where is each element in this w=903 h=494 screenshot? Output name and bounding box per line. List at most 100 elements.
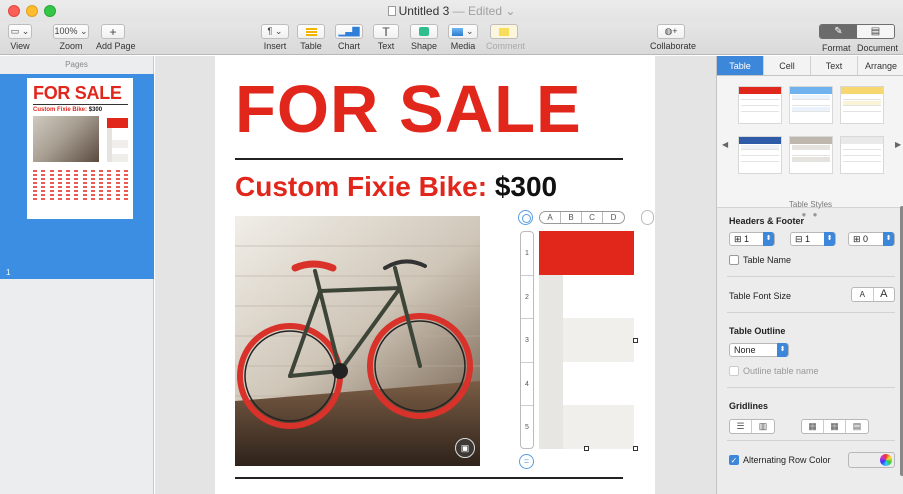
add-row-handle[interactable]: = — [519, 454, 534, 469]
decrease-font-size-button[interactable]: A — [852, 288, 874, 301]
insert-button[interactable]: ¶ ⌄ Insert — [260, 24, 290, 51]
title-bar: Untitled 3 — Edited ⌄ — [0, 0, 903, 22]
table-alternate-row[interactable] — [563, 405, 634, 449]
comment-label: Comment — [486, 41, 526, 51]
add-page-button[interactable]: + Add Page — [96, 24, 136, 51]
tab-cell[interactable]: Cell — [764, 56, 811, 75]
outline-table-name-checkbox[interactable] — [729, 366, 739, 376]
document-canvas[interactable]: FOR SALE Custom Fixie Bike: $300 ▣ A B C… — [155, 56, 716, 494]
page-thumbnail[interactable]: FOR SALE Custom Fixie Bike: $300 — [27, 78, 133, 219]
horizontal-gridlines-icon[interactable]: ☰ — [730, 420, 752, 433]
header-columns-stepper[interactable]: ⊟ 1 ⬍ — [790, 232, 836, 246]
page[interactable]: FOR SALE Custom Fixie Bike: $300 ▣ A B C… — [215, 56, 655, 494]
tab-table[interactable]: Table — [717, 56, 764, 75]
shape-button[interactable]: Shape — [410, 24, 438, 51]
media-button[interactable]: ⌄ Media — [448, 24, 478, 51]
table-styles-panel: ◀ ▶ Table Styles ● ● — [717, 76, 903, 219]
thumbnail-table-band — [112, 154, 128, 162]
bicycle-image — [235, 216, 480, 466]
footer-gridlines-icon[interactable]: ▤ — [846, 420, 868, 433]
headline[interactable]: FOR SALE — [235, 74, 582, 146]
column-header-d[interactable]: D — [603, 212, 624, 223]
table-select-handle[interactable] — [518, 210, 533, 225]
column-header-a[interactable]: A — [540, 212, 561, 223]
header-columns-value: 1 — [805, 234, 811, 244]
table-header-row[interactable] — [539, 231, 634, 275]
comment-button[interactable]: Comment — [486, 24, 526, 51]
table[interactable] — [539, 231, 634, 449]
bottom-divider-line[interactable] — [235, 477, 623, 479]
chart-button[interactable]: ▁▃▇ Chart — [335, 24, 363, 51]
inspector-tabs: Table Cell Text Arrange — [717, 56, 903, 76]
outline-table-name-label: Outline table name — [743, 366, 819, 376]
collaborate-icon: ◍+ — [657, 24, 685, 39]
table-style-navy[interactable] — [738, 136, 782, 174]
add-column-handle[interactable] — [641, 210, 654, 225]
table-style-yellow[interactable] — [840, 86, 884, 124]
resize-handle-corner[interactable] — [633, 446, 638, 451]
table-style-taupe[interactable] — [789, 136, 833, 174]
outline-style-select[interactable]: None ⬍ — [729, 343, 789, 357]
comment-icon — [490, 24, 518, 39]
column-header-b[interactable]: B — [561, 212, 582, 223]
table-alternate-row[interactable] — [563, 318, 634, 362]
alternating-row-color-well[interactable] — [848, 452, 895, 468]
table-style-blue[interactable] — [789, 86, 833, 124]
text-button[interactable]: T Text — [373, 24, 399, 51]
thumbnail-title: FOR SALE — [33, 83, 122, 103]
inspector-toggle: ✎ ▤ — [819, 24, 895, 39]
header-column-gridlines-icon[interactable]: ▦ — [824, 420, 846, 433]
view-button[interactable]: ▭ ⌄ View — [8, 24, 32, 51]
footer-rows-stepper[interactable]: ⊞ 0 ⬍ — [848, 232, 895, 246]
tab-text[interactable]: Text — [811, 56, 858, 75]
table-style-plain[interactable] — [840, 136, 884, 174]
divider-line[interactable] — [235, 158, 623, 160]
table-header-column[interactable] — [539, 275, 563, 449]
row-header-1[interactable]: 1 — [521, 232, 533, 276]
pages-header: Pages — [65, 60, 88, 69]
table-row-headers: 1 2 3 4 5 — [520, 231, 534, 449]
row-header-2[interactable]: 2 — [521, 276, 533, 320]
table-style-red[interactable] — [738, 86, 782, 124]
subtitle[interactable]: Custom Fixie Bike: $300 — [235, 170, 557, 204]
increase-font-size-button[interactable]: A — [874, 288, 895, 301]
shape-icon — [410, 24, 438, 39]
gridlines-header-group: ▦ ▦ ▤ — [801, 419, 869, 434]
row-header-4[interactable]: 4 — [521, 363, 533, 407]
header-rows-stepper[interactable]: ⊞ 1 ⬍ — [729, 232, 775, 246]
paintbrush-icon: ✎ — [834, 26, 843, 37]
header-rows-icon: ⊞ — [734, 233, 745, 244]
table-button[interactable]: Table — [297, 24, 325, 51]
format-button[interactable]: ✎ — [820, 25, 857, 38]
zoom-button[interactable]: 100% ⌄ Zoom — [53, 24, 89, 51]
resize-handle-bottom[interactable] — [584, 446, 589, 451]
color-wheel-icon[interactable] — [880, 454, 892, 466]
paragraph-icon: ¶ ⌄ — [261, 24, 289, 39]
chevron-left-icon[interactable]: ◀ — [722, 140, 728, 149]
resize-handle-right[interactable] — [633, 338, 638, 343]
chevron-right-icon[interactable]: ▶ — [895, 140, 901, 149]
alternating-row-color-label: Alternating Row Color — [743, 455, 831, 465]
table-name-checkbox[interactable] — [729, 255, 739, 265]
plus-icon: + — [101, 24, 125, 39]
vertical-gridlines-icon[interactable]: ▥ — [752, 420, 774, 433]
bike-photo[interactable]: ▣ — [235, 216, 480, 466]
document-button[interactable]: ▤ — [857, 25, 894, 38]
tab-arrange[interactable]: Arrange — [858, 56, 903, 75]
window-title[interactable]: Untitled 3 — Edited ⌄ — [0, 4, 903, 18]
header-rows-value: 1 — [744, 234, 750, 244]
thumbnail-table-band — [112, 140, 128, 148]
page-thumbnail-selected[interactable]: FOR SALE Custom Fixie Bike: $300 1 — [0, 74, 154, 279]
stepper-arrows-icon: ⬍ — [824, 232, 835, 246]
alternating-row-color-checkbox[interactable]: ✓ — [729, 455, 739, 465]
sidebar-icon: ▭ ⌄ — [8, 24, 32, 39]
header-row-gridlines-icon[interactable]: ▦ — [802, 420, 824, 433]
page-number: 1 — [6, 268, 11, 277]
column-header-c[interactable]: C — [582, 212, 603, 223]
replace-image-icon[interactable]: ▣ — [455, 438, 475, 458]
divider — [727, 387, 895, 388]
add-page-label: Add Page — [96, 41, 136, 51]
row-header-5[interactable]: 5 — [521, 406, 533, 450]
row-header-3[interactable]: 3 — [521, 319, 533, 363]
collaborate-button[interactable]: ◍+ Collaborate — [650, 24, 696, 51]
